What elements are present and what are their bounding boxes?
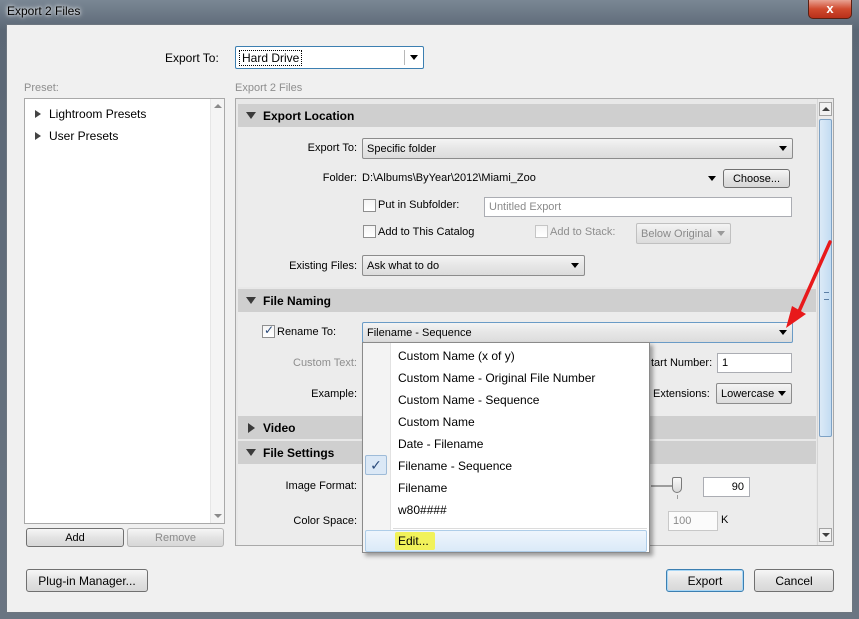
chevron-down-icon [571, 263, 579, 268]
rename-template-value: Filename - Sequence [367, 326, 472, 339]
rename-template-dropdown[interactable]: Custom Name (x of y) Custom Name - Origi… [362, 342, 650, 553]
custom-text-label: Custom Text: [293, 357, 357, 369]
preset-tree[interactable]: Lightroom Presets User Presets [24, 98, 225, 524]
dropdown-option-date-filename[interactable]: Date - Filename [398, 437, 483, 451]
window-title: Export 2 Files [7, 4, 81, 18]
add-catalog-label: Add to This Catalog [378, 226, 475, 238]
scroll-up-icon[interactable] [214, 104, 222, 108]
scroll-up-icon [822, 107, 830, 111]
preset-scrollbar[interactable] [210, 99, 224, 523]
scroll-down-icon [822, 533, 830, 537]
add-to-stack-label: Add to Stack: [550, 226, 616, 238]
folder-label: Folder: [322, 172, 357, 184]
rename-template-select[interactable]: Filename - Sequence [362, 322, 793, 343]
add-to-stack-checkbox[interactable] [535, 225, 548, 238]
dropdown-option-filename-sequence[interactable]: Filename - Sequence [398, 459, 512, 473]
chevron-down-icon [778, 391, 786, 396]
tree-item-user-presets[interactable]: User Presets [35, 129, 118, 143]
close-icon: x [826, 1, 834, 16]
export-dialog-window: Export 2 Files x Export To: Hard Drive P… [0, 0, 859, 619]
collapse-arrow-icon [246, 112, 256, 119]
main-heading: Export 2 Files [235, 82, 303, 94]
quality-slider-thumb[interactable] [672, 477, 682, 493]
existing-files-select[interactable]: Ask what to do [362, 255, 585, 276]
section-title: Export Location [263, 108, 355, 123]
dropdown-option-filename[interactable]: Filename [398, 481, 447, 495]
export-location-select[interactable]: Specific folder [362, 138, 793, 159]
collapse-arrow-icon [246, 297, 256, 304]
annotation-arrow-icon [786, 240, 832, 328]
section-title: File Naming [263, 293, 332, 308]
selected-check-icon: ✓ [365, 455, 387, 475]
dropdown-option-custom-name-sequence[interactable]: Custom Name - Sequence [398, 393, 539, 407]
cancel-button[interactable]: Cancel [754, 569, 834, 592]
existing-files-value: Ask what to do [367, 259, 440, 272]
export-to-location-label: Export To: [307, 142, 357, 154]
combo-divider [404, 50, 405, 65]
subfolder-label: Put in Subfolder: [378, 199, 460, 211]
limit-size-unit: K [721, 514, 729, 526]
tree-item-label: Lightroom Presets [49, 107, 147, 121]
section-title: File Settings [263, 445, 335, 460]
color-space-label: Color Space: [293, 515, 357, 527]
scroll-down-icon[interactable] [214, 514, 222, 518]
scroll-up-button[interactable] [819, 102, 832, 116]
section-export-location[interactable]: Export Location [238, 104, 816, 127]
extensions-select[interactable]: Lowercase [716, 383, 792, 404]
example-label: Example: [311, 388, 357, 400]
chevron-down-icon [410, 55, 418, 60]
start-number-input[interactable]: 1 [717, 353, 792, 373]
section-file-naming[interactable]: File Naming [238, 289, 816, 312]
rename-to-label: Rename To: [277, 326, 337, 338]
dropdown-separator [393, 528, 647, 529]
plugin-manager-button[interactable]: Plug-in Manager... [26, 569, 148, 592]
close-button[interactable]: x [808, 0, 852, 19]
chevron-down-icon [779, 146, 787, 151]
title-bar[interactable]: Export 2 Files x [0, 0, 859, 24]
folder-path: D:\Albums\ByYear\2012\Miami_Zoo [362, 172, 536, 184]
dropdown-option-custom-name[interactable]: Custom Name [398, 415, 475, 429]
export-to-select[interactable]: Hard Drive [235, 46, 424, 69]
dropdown-gutter [363, 343, 391, 552]
expand-arrow-icon[interactable] [35, 110, 41, 118]
folder-history-arrow-icon[interactable] [708, 176, 716, 181]
subfolder-name-input[interactable]: Untitled Export [484, 197, 792, 217]
edit-option-label: Edit... [395, 532, 435, 550]
extensions-value: Lowercase [721, 387, 775, 400]
put-in-subfolder-checkbox[interactable] [363, 199, 376, 212]
quality-input[interactable]: 90 [703, 477, 750, 497]
preset-label: Preset: [24, 82, 59, 94]
dropdown-option-custom-name-x-of-y[interactable]: Custom Name (x of y) [398, 349, 515, 363]
add-to-catalog-checkbox[interactable] [363, 225, 376, 238]
export-location-value: Specific folder [367, 142, 437, 155]
start-number-label: tart Number: [651, 357, 713, 369]
export-button[interactable]: Export [666, 569, 744, 592]
dropdown-option-edit[interactable]: Edit... [365, 530, 647, 552]
image-format-label: Image Format: [285, 480, 357, 492]
extensions-label: Extensions: [653, 388, 710, 400]
stack-position-value: Below Original [641, 227, 712, 240]
existing-files-label: Existing Files: [289, 260, 357, 272]
chevron-down-icon [717, 231, 725, 236]
expand-arrow-icon[interactable] [35, 132, 41, 140]
dropdown-option-custom-name-original-file-number[interactable]: Custom Name - Original File Number [398, 371, 595, 385]
collapse-arrow-icon [246, 449, 256, 456]
export-to-value: Hard Drive [238, 49, 303, 66]
export-to-label: Export To: [165, 51, 219, 65]
add-preset-button[interactable]: Add [26, 528, 124, 547]
scroll-down-button[interactable] [819, 528, 832, 542]
tree-item-lightroom-presets[interactable]: Lightroom Presets [35, 107, 146, 121]
rename-to-checkbox[interactable] [262, 323, 275, 338]
stack-position-select[interactable]: Below Original [636, 223, 731, 244]
remove-preset-button[interactable]: Remove [127, 528, 224, 547]
choose-folder-button[interactable]: Choose... [723, 169, 790, 188]
section-title: Video [263, 420, 296, 435]
limit-size-input[interactable]: 100 [668, 511, 718, 531]
expand-arrow-icon [248, 422, 255, 433]
slider-tick [677, 495, 678, 499]
dropdown-option-w80[interactable]: w80#### [398, 503, 447, 517]
tree-item-label: User Presets [49, 129, 119, 143]
